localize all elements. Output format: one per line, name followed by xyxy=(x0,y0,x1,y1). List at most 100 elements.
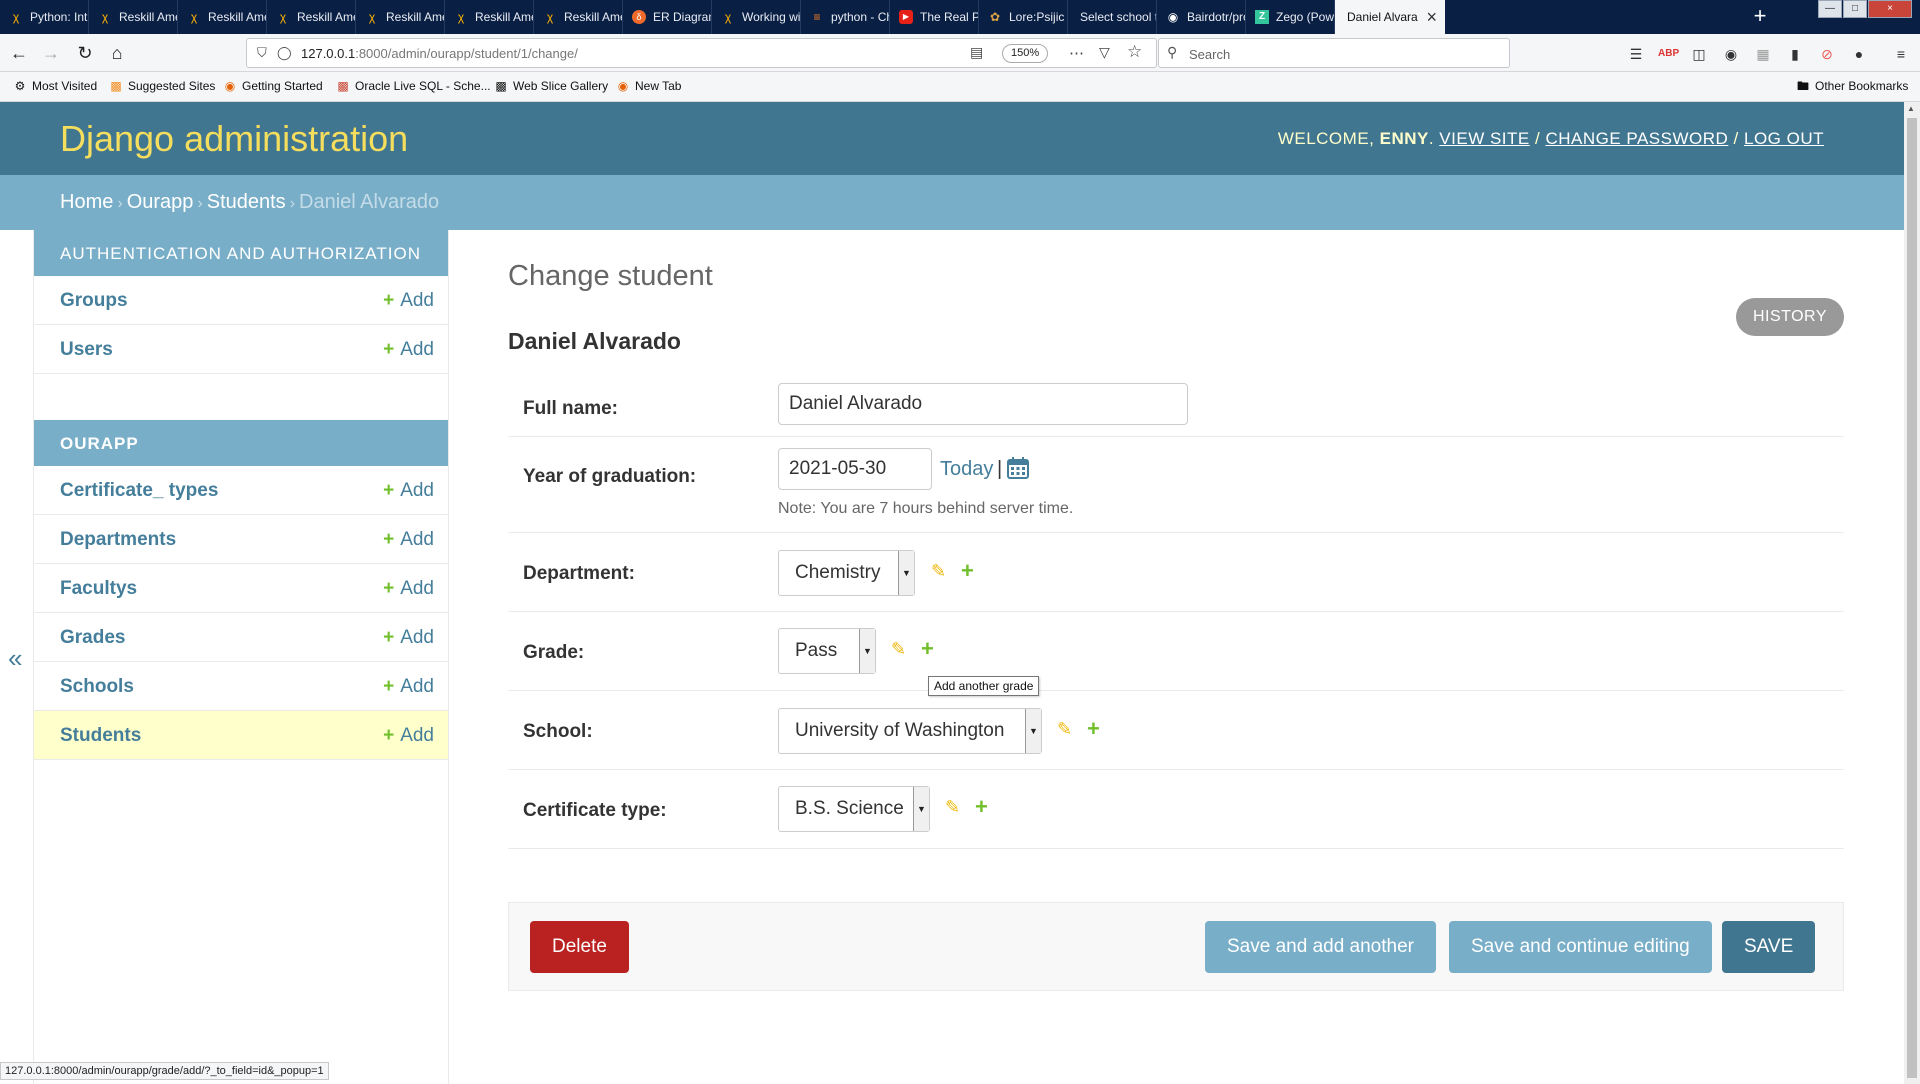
delete-button[interactable]: Delete xyxy=(530,921,629,973)
toggle-sidebar[interactable]: « xyxy=(0,230,34,1084)
full-name-field[interactable]: Daniel Alvarado xyxy=(778,383,1188,425)
add-facultys-link[interactable]: + Add xyxy=(383,578,434,600)
department-select[interactable]: Chemistry ▼ xyxy=(778,550,915,596)
maximize-window-icon[interactable]: □ xyxy=(1843,0,1867,18)
today-link[interactable]: Today xyxy=(940,458,993,481)
browser-tab[interactable]: ≡ python - Ch xyxy=(801,0,890,34)
reload-icon[interactable]: ↻ xyxy=(72,40,98,66)
add-department-icon[interactable]: + xyxy=(961,558,974,584)
add-departments-link[interactable]: + Add xyxy=(383,529,434,551)
save-and-add-another-button[interactable]: Save and add another xyxy=(1205,921,1436,973)
add-certificate-type-icon[interactable]: + xyxy=(975,794,988,820)
bookmark-item[interactable]: ▩ Oracle Live SQL - Sche... xyxy=(335,79,490,93)
browser-tab[interactable]: ZZego (Power xyxy=(1246,0,1335,34)
tracking-shield-icon[interactable]: ⛉ xyxy=(257,45,267,61)
change-grade-icon[interactable]: ✎ xyxy=(891,639,906,660)
browser-tab[interactable]: χReskill Amer xyxy=(445,0,534,34)
sidebar-item-label[interactable]: Students xyxy=(60,725,141,747)
menu-icon[interactable]: ≡ xyxy=(1891,44,1911,64)
add-students-link[interactable]: + Add xyxy=(383,725,434,747)
change-certificate-type-icon[interactable]: ✎ xyxy=(945,797,960,818)
add-schools-link[interactable]: + Add xyxy=(383,676,434,698)
library-icon[interactable]: ☰ xyxy=(1626,44,1646,64)
certificate-type-select[interactable]: B.S. Science ▼ xyxy=(778,786,930,832)
reader-view-icon[interactable]: ▤ xyxy=(970,44,983,61)
sidebar-item-label[interactable]: Users xyxy=(60,339,113,361)
bookmark-item[interactable]: ◉ New Tab xyxy=(615,79,682,93)
browser-tab[interactable]: χReskill Amer xyxy=(534,0,623,34)
browser-tab[interactable]: χReskill Amer xyxy=(356,0,445,34)
change-password-link[interactable]: CHANGE PASSWORD xyxy=(1545,129,1728,148)
add-grade-icon[interactable]: + xyxy=(921,636,934,662)
sidebar-item-label[interactable]: Facultys xyxy=(60,578,137,600)
extension-icon[interactable]: ▦ xyxy=(1753,44,1773,64)
browser-tab[interactable]: ◉ Bairdotr/pro xyxy=(1157,0,1246,34)
graduation-date-field[interactable]: 2021-05-30 xyxy=(778,448,932,490)
history-button[interactable]: HISTORY xyxy=(1735,298,1844,336)
blocker-extension-icon[interactable]: ⊘ xyxy=(1817,44,1837,64)
add-school-icon[interactable]: + xyxy=(1087,716,1100,742)
bookmark-item[interactable]: ⚙ Most Visited xyxy=(12,79,98,93)
sidebar-item-label[interactable]: Certificate_ types xyxy=(60,480,218,502)
add-groups-link[interactable]: + Add xyxy=(383,290,434,312)
sidebar-item-label[interactable]: Schools xyxy=(60,676,134,698)
sidebar-item-label[interactable]: Grades xyxy=(60,627,125,649)
adblock-icon[interactable]: ABP xyxy=(1658,44,1679,64)
scroll-up-icon[interactable]: ▲ xyxy=(1907,104,1915,113)
browser-tab[interactable]: χ Working wit xyxy=(712,0,801,34)
bookmark-item[interactable]: ▩ Suggested Sites xyxy=(108,79,215,93)
bookmark-item[interactable]: ◉ Getting Started xyxy=(222,79,323,93)
extension-icon[interactable]: ● xyxy=(1849,44,1869,64)
add-grades-link[interactable]: + Add xyxy=(383,627,434,649)
bookmark-star-icon[interactable]: ☆ xyxy=(1127,42,1142,62)
new-tab-button[interactable]: + xyxy=(1745,0,1775,34)
barcode-extension-icon[interactable]: ▮ xyxy=(1785,44,1805,64)
page-info-icon[interactable]: ◯ xyxy=(277,45,292,61)
add-users-link[interactable]: + Add xyxy=(383,339,434,361)
module-caption-auth[interactable]: Authentication and Authorization xyxy=(34,230,448,276)
browser-tab[interactable]: χReskill Amer xyxy=(89,0,178,34)
url-text[interactable]: 127.0.0.1:8000/admin/ourapp/student/1/ch… xyxy=(301,46,578,61)
site-title[interactable]: Django administration xyxy=(60,118,408,160)
browser-tab-active[interactable]: Daniel Alvara × xyxy=(1335,0,1445,34)
browser-tab[interactable]: χPython: Intro xyxy=(0,0,89,34)
bookmark-item[interactable]: ▩ Web Slice Gallery xyxy=(493,79,608,93)
search-input[interactable]: ⚲ Search xyxy=(1158,38,1510,68)
close-window-icon[interactable]: × xyxy=(1868,0,1912,18)
view-site-link[interactable]: VIEW SITE xyxy=(1439,129,1529,148)
browser-tab[interactable]: δ ER Diagram xyxy=(623,0,712,34)
minimize-window-icon[interactable]: — xyxy=(1818,0,1842,18)
browser-tab[interactable]: ✿Lore:Psijic E xyxy=(979,0,1068,34)
forward-icon[interactable]: → xyxy=(38,40,64,66)
save-and-continue-button[interactable]: Save and continue editing xyxy=(1449,921,1712,973)
more-actions-icon[interactable]: ⋯ xyxy=(1069,44,1084,62)
zoom-indicator[interactable]: 150% xyxy=(1002,44,1049,63)
module-caption-ourapp[interactable]: Ourapp xyxy=(34,420,448,466)
browser-tab[interactable]: χReskill Amer xyxy=(178,0,267,34)
breadcrumb-model[interactable]: Students xyxy=(207,191,286,213)
home-icon[interactable]: ⌂ xyxy=(104,40,130,66)
school-select[interactable]: University of Washington ▼ xyxy=(778,708,1042,754)
browser-tab[interactable]: Select school to xyxy=(1068,0,1157,34)
sidebar-icon[interactable]: ◫ xyxy=(1689,44,1709,64)
scrollbar-thumb[interactable] xyxy=(1907,118,1917,1078)
grade-select[interactable]: Pass ▼ xyxy=(778,628,876,674)
account-icon[interactable]: ◉ xyxy=(1721,44,1741,64)
pocket-icon[interactable]: ▽ xyxy=(1099,44,1110,61)
browser-tab[interactable]: ▶The Real Po xyxy=(890,0,979,34)
back-icon[interactable]: ← xyxy=(6,40,32,66)
calendar-icon[interactable] xyxy=(1006,456,1030,486)
add-certificate-types-link[interactable]: + Add xyxy=(383,480,434,502)
page-scrollbar[interactable]: ▲ xyxy=(1904,102,1920,1084)
collapse-sidebar-icon[interactable]: « xyxy=(8,643,22,674)
save-button[interactable]: SAVE xyxy=(1722,921,1816,973)
breadcrumb-home[interactable]: Home xyxy=(60,191,113,213)
other-bookmarks[interactable]: 🖿 Other Bookmarks xyxy=(1795,79,1908,93)
sidebar-item-label[interactable]: Departments xyxy=(60,529,176,551)
change-department-icon[interactable]: ✎ xyxy=(931,561,946,582)
sidebar-item-label[interactable]: Groups xyxy=(60,290,128,312)
change-school-icon[interactable]: ✎ xyxy=(1057,719,1072,740)
close-tab-icon[interactable]: × xyxy=(1426,0,1437,34)
address-bar[interactable]: ⛉ ◯ 127.0.0.1:8000/admin/ourapp/student/… xyxy=(246,38,1157,68)
breadcrumb-app[interactable]: Ourapp xyxy=(127,191,194,213)
